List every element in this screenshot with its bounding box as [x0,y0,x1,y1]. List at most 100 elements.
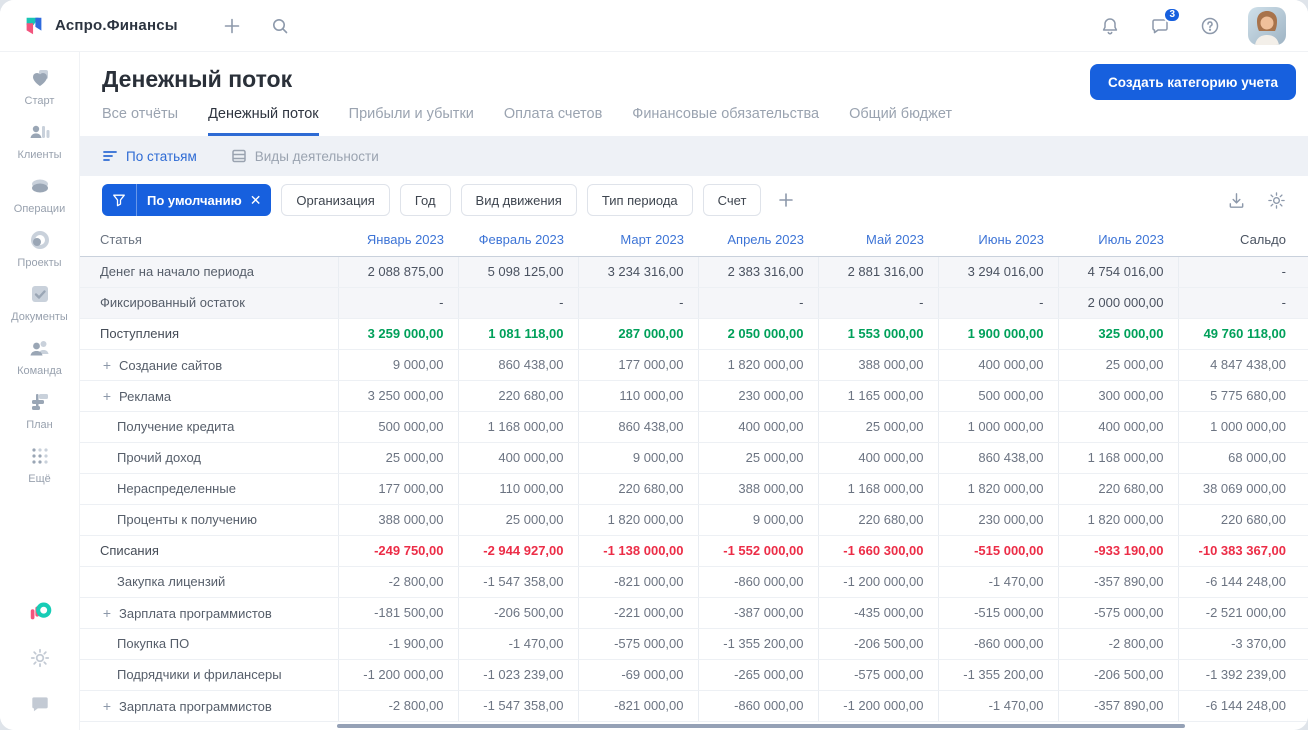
cell: 388 000,00 [697,473,818,505]
export-download-icon[interactable] [1226,190,1246,210]
cell: -575 000,00 [817,659,938,691]
table-row: Прочий доход 25 000,00 400 000,00 9 000,00 2… [80,442,1308,474]
column-header-month[interactable]: Июль 2023 [1058,224,1178,257]
tab-all-reports[interactable]: Все отчёты [102,106,178,136]
cell: 220 680,00 [817,504,938,536]
sidebar-item-documents[interactable]: Документы [4,282,76,323]
column-header-month[interactable]: Февраль 2023 [458,224,578,257]
aspro-logo-icon[interactable] [28,600,52,624]
column-header-month[interactable]: Май 2023 [818,224,938,257]
settings-gear-icon[interactable] [28,646,52,670]
cell: 400 000,00 [697,411,818,443]
cell: 230 000,00 [697,380,818,412]
expand-icon[interactable]: + [100,605,114,621]
cell: 860 438,00 [577,411,698,443]
sidebar-item-label: Проекты [17,257,62,269]
clear-filter-icon[interactable]: ✕ [248,192,272,209]
table-row: Получение кредита 500 000,00 1 168 000,00 8… [80,411,1308,443]
column-header-month[interactable]: Июнь 2023 [938,224,1058,257]
cell: 110 000,00 [457,473,578,505]
column-header-month[interactable]: Январь 2023 [338,224,458,257]
cell: 3 234 316,00 [577,256,698,288]
sidebar-item-label: Клиенты [17,149,62,161]
cell: 860 438,00 [457,349,578,381]
user-avatar[interactable] [1248,6,1286,45]
cell: 1 168 000,00 [817,473,938,505]
cell: 1 168 000,00 [457,411,578,443]
tab-liabilities[interactable]: Финансовые обязательства [632,106,819,136]
tab-profit-loss[interactable]: Прибыли и убытки [349,106,474,136]
table-row: Проценты к получению 388 000,00 25 000,00 1… [80,504,1308,536]
filter-chip-organization[interactable]: Организация [281,184,390,216]
sidebar-item-projects[interactable]: Проекты [4,228,76,269]
table-row: Подрядчики и фрилансеры -1 200 000,00 -1 0… [80,659,1308,691]
column-header-month[interactable]: Апрель 2023 [698,224,818,257]
support-chat-icon[interactable] [28,692,52,716]
horizontal-scrollbar[interactable] [337,724,1185,728]
create-category-button[interactable]: Создать категорию учета [1090,64,1296,100]
sidebar-item-label: Команда [17,365,62,377]
subtab-activity-types[interactable]: Виды деятельности [231,148,379,164]
table-row: Нераспределенные 177 000,00 110 000,00 220 … [80,473,1308,505]
expand-icon[interactable]: + [100,357,114,373]
column-header-month[interactable]: Март 2023 [578,224,698,257]
table-settings-gear-icon[interactable] [1266,190,1286,210]
filter-chip-year[interactable]: Год [399,184,451,216]
sidebar-item-plan[interactable]: План [4,390,76,431]
cell: - [937,287,1058,319]
cell: 1 553 000,00 [817,318,938,350]
cell: -69 000,00 [577,659,698,691]
cell: -575 000,00 [577,628,698,660]
cell: -1 470,00 [937,690,1058,722]
filter-chip-account[interactable]: Счет [702,184,762,216]
cell: 220 680,00 [1177,504,1308,536]
table-row: Фиксированный остаток - - - - - -2 000 000,00- [80,287,1308,319]
notifications-bell-icon[interactable] [1098,14,1122,38]
sidebar-item-operations[interactable]: Операции [4,174,76,215]
chat-icon[interactable]: 3 [1148,6,1181,38]
add-filter-icon[interactable] [777,191,795,209]
sidebar-item-start[interactable]: Старт [4,66,76,107]
cell: 1 820 000,00 [1057,504,1178,536]
sidebar-item-clients[interactable]: Клиенты [4,120,76,161]
cell: 5 098 125,00 [457,256,578,288]
filter-chip-period-type[interactable]: Тип периода [586,184,693,216]
row-label: Списания [80,535,338,567]
brand[interactable]: Аспро.Финансы [22,14,178,38]
cell: - [337,287,458,319]
row-label: + Создание сайтов [80,349,338,381]
cell: 2 088 875,00 [337,256,458,288]
filter-chip-movement-type[interactable]: Вид движения [460,184,577,216]
cell: 400 000,00 [817,442,938,474]
cell: -2 800,00 [337,690,458,722]
add-icon[interactable] [220,14,244,38]
cell: -6 144 248,00 [1177,690,1308,722]
sidebar-item-more[interactable]: Ещё [4,444,76,485]
cell: -1 200 000,00 [337,659,458,691]
active-filter-chip[interactable]: По умолчанию ✕ [102,184,272,216]
subtab-by-items[interactable]: По статьям [102,148,197,164]
cell: -1 200 000,00 [817,690,938,722]
tab-cash-flow[interactable]: Денежный поток [208,106,319,136]
cell: 1 820 000,00 [577,504,698,536]
cell: 1 820 000,00 [937,473,1058,505]
expand-icon[interactable]: + [100,698,114,714]
plan-icon [28,390,52,414]
cell: -933 190,00 [1057,535,1178,567]
cell: -1 547 358,00 [457,566,578,598]
cell: 25 000,00 [337,442,458,474]
cell: 500 000,00 [337,411,458,443]
subtab-label: По статьям [126,148,197,164]
expand-icon[interactable]: + [100,388,114,404]
tab-invoices[interactable]: Оплата счетов [504,106,602,136]
sidebar-bottom [28,600,52,716]
cell: -265 000,00 [697,659,818,691]
search-icon[interactable] [268,14,292,38]
help-icon[interactable] [1198,14,1222,38]
tab-budget[interactable]: Общий бюджет [849,106,952,136]
row-label: Прочий доход [80,442,338,474]
cell: 3 250 000,00 [337,380,458,412]
cell: -1 355 200,00 [697,628,818,660]
row-label: + Реклама [80,380,338,412]
sidebar-item-team[interactable]: Команда [4,336,76,377]
